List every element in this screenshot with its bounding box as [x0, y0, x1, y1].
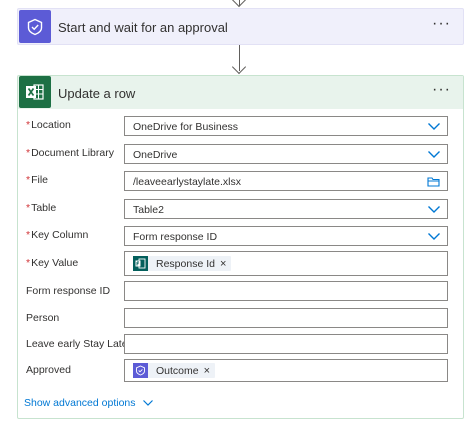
- required-marker: *: [26, 174, 31, 186]
- required-marker: *: [26, 119, 31, 131]
- outcome-token-label: Outcome: [156, 364, 199, 377]
- leave-early-label: Leave early Stay Late: [26, 338, 128, 350]
- approval-step-title: Start and wait for an approval: [58, 20, 228, 35]
- table-value: Table2: [133, 204, 164, 216]
- update-row-title: Update a row: [58, 86, 136, 101]
- document-library-dropdown[interactable]: OneDrive: [124, 144, 448, 164]
- update-row-more-menu[interactable]: ···: [432, 81, 451, 99]
- update-row-card: Update a row ··· *Location OneDrive for …: [17, 75, 464, 419]
- leave-early-input[interactable]: [124, 334, 448, 354]
- person-input[interactable]: [124, 308, 448, 328]
- response-id-token-label: Response Id: [156, 257, 215, 270]
- outcome-token[interactable]: Outcome ×: [133, 363, 216, 378]
- form-response-id-label: Form response ID: [26, 285, 111, 297]
- file-value: /leaveearlystaylate.xlsx: [133, 176, 241, 188]
- required-marker: *: [26, 257, 31, 269]
- key-column-label: *Key Column: [26, 229, 89, 241]
- chevron-down-icon: [428, 151, 440, 158]
- required-marker: *: [26, 147, 31, 159]
- update-row-header[interactable]: Update a row ···: [18, 76, 463, 109]
- folder-icon[interactable]: [427, 176, 440, 187]
- remove-token-icon[interactable]: ×: [204, 365, 210, 377]
- approved-field[interactable]: Outcome ×: [124, 359, 448, 382]
- person-label: Person: [26, 312, 60, 324]
- key-value-label: *Key Value: [26, 257, 79, 269]
- chevron-down-icon: [428, 123, 440, 130]
- remove-token-icon[interactable]: ×: [220, 258, 226, 270]
- forms-icon: [133, 256, 148, 271]
- location-value: OneDrive for Business: [133, 121, 239, 133]
- file-picker-field[interactable]: /leaveearlystaylate.xlsx: [124, 171, 448, 191]
- approved-label: Approved: [26, 364, 71, 376]
- key-column-value: Form response ID: [133, 231, 218, 243]
- file-label: *File: [26, 174, 49, 186]
- connector-arrow: [231, 59, 247, 75]
- key-value-field[interactable]: Response Id ×: [124, 251, 448, 276]
- form-response-id-input[interactable]: [124, 281, 448, 301]
- approval-more-menu[interactable]: ···: [432, 15, 451, 33]
- key-column-dropdown[interactable]: Form response ID: [124, 226, 448, 246]
- table-dropdown[interactable]: Table2: [124, 199, 448, 219]
- connector-arrow-top: [231, 0, 247, 8]
- approval-icon: [133, 363, 148, 378]
- table-label: *Table: [26, 202, 57, 214]
- approval-step-card[interactable]: Start and wait for an approval ···: [17, 8, 464, 45]
- location-label: *Location: [26, 119, 71, 131]
- chevron-down-icon: [428, 233, 440, 240]
- document-library-label: *Document Library: [26, 147, 114, 159]
- excel-icon: [19, 76, 51, 108]
- required-marker: *: [26, 229, 31, 241]
- required-marker: *: [26, 202, 31, 214]
- approval-icon: [19, 10, 51, 43]
- location-dropdown[interactable]: OneDrive for Business: [124, 116, 448, 136]
- document-library-value: OneDrive: [133, 149, 178, 161]
- chevron-down-icon: [428, 206, 440, 213]
- show-advanced-options-link[interactable]: Show advanced options: [24, 397, 154, 409]
- chevron-down-icon: [143, 400, 154, 407]
- response-id-token[interactable]: Response Id ×: [133, 256, 232, 271]
- show-advanced-options-label: Show advanced options: [24, 397, 136, 409]
